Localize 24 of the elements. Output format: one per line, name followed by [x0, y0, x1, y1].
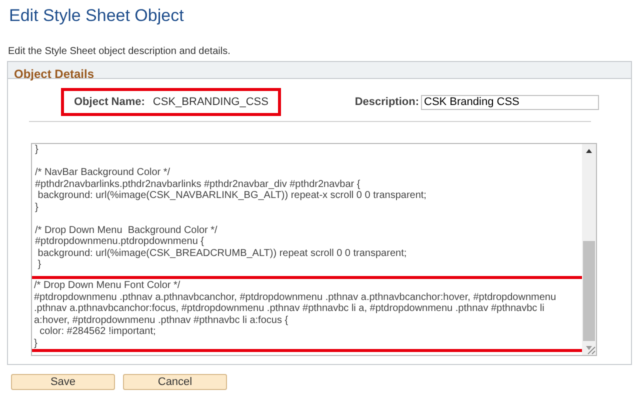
code-line: #pthdr2navbarlinks.pthdr2navbarlinks #pthdr2navbar_div #pthdr2navbar {	[35, 178, 362, 190]
instructions-text: Edit the Style Sheet object description and details.	[8, 46, 232, 58]
action-button[interactable]: Save	[11, 374, 115, 390]
code-line: /* Drop Down Menu Font Color */	[34, 280, 182, 292]
description-label: Description:	[354, 94, 419, 110]
panel-title: Object Details	[13, 66, 96, 82]
description-field[interactable]: CSK Branding CSS	[421, 94, 599, 110]
action-button[interactable]: Cancel	[123, 374, 227, 390]
code-line: /* NavBar Background Color */	[35, 167, 172, 178]
code-line: color: #284562 !important;	[38, 326, 157, 338]
object-name-value: CSK_BRANDING_CSS	[152, 94, 268, 110]
code-line: }	[35, 144, 40, 156]
code-line: background: url(%image(CSK_BREADCRUMB_ALT)) repeat scroll 0 0 transparent;	[36, 248, 408, 259]
code-line: }	[35, 202, 40, 213]
code-editor[interactable]	[31, 143, 597, 356]
code-line: }	[36, 259, 42, 270]
code-line: background: url(%image(CSK_NAVBARLINK_BG_ALT)) repeat-x scroll 0 0 transparent;	[36, 190, 428, 202]
resize-grip-icon[interactable]	[585, 344, 596, 355]
page-title: Edit Style Sheet Object	[9, 6, 185, 26]
code-line: }	[34, 338, 38, 349]
scrollbar[interactable]	[582, 144, 596, 355]
code-line: /* Drop Down Menu Background Color */	[35, 224, 218, 236]
object-name-label: Object Name:	[74, 94, 145, 110]
code-line: #ptdropdownmenu.ptdropdownmenu {	[35, 236, 206, 248]
